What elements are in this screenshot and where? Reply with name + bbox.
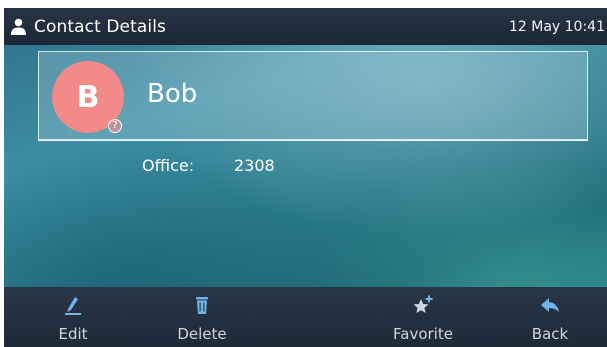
user-icon (11, 18, 26, 35)
date-time: 12 May 10:41 (508, 19, 605, 35)
delete-button[interactable]: Delete (154, 287, 250, 347)
star-plus-icon (413, 295, 433, 313)
phone-screen: Contact Details 12 May 10:41 B ? Bob Off… (4, 8, 607, 347)
divider (38, 140, 588, 141)
help-icon: ? (108, 119, 122, 133)
office-label: Office: (142, 156, 195, 175)
delete-label: Delete (177, 325, 227, 343)
trash-icon (196, 297, 208, 314)
favorite-button[interactable]: Favorite (375, 287, 471, 347)
contact-header[interactable]: B ? Bob (38, 51, 588, 140)
edit-label: Edit (58, 325, 88, 343)
contact-name: Bob (147, 79, 198, 109)
favorite-label: Favorite (393, 325, 453, 343)
pencil-icon (65, 297, 81, 315)
office-number[interactable]: 2308 (234, 156, 275, 175)
softkey-bar: Edit Delete Favorite Back (4, 287, 607, 347)
edit-button[interactable]: Edit (25, 287, 121, 347)
avatar-initial: B (76, 79, 100, 115)
back-label: Back (531, 325, 569, 343)
status-bar: Contact Details 12 May 10:41 (4, 8, 607, 45)
back-button[interactable]: Back (502, 287, 598, 347)
screen-title: Contact Details (34, 17, 166, 37)
back-arrow-icon (541, 298, 559, 312)
